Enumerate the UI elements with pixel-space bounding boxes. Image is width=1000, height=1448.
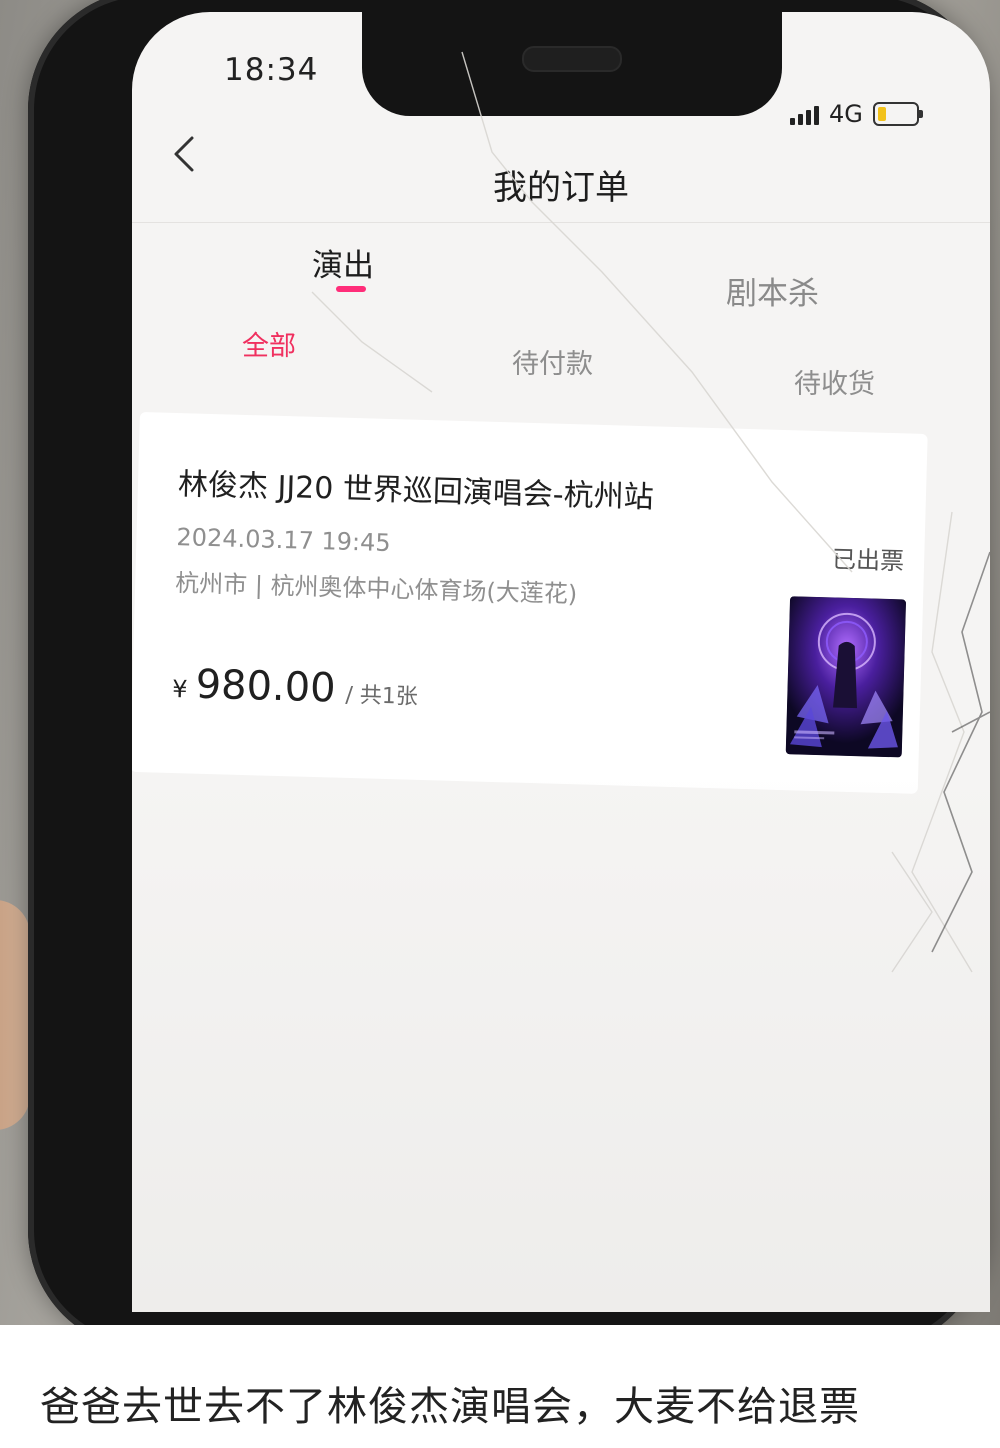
screen-cracks	[311, 51, 990, 973]
finger	[0, 900, 30, 1130]
phone-frame: 18:34 4G 我的订单 演出 剧本杀 全部 待付款 待收货 林俊杰 JJ20…	[28, 0, 990, 1325]
phone-screen: 18:34 4G 我的订单 演出 剧本杀 全部 待付款 待收货 林俊杰 JJ20…	[132, 12, 990, 1312]
caption: 爸爸去世去不了林俊杰演唱会，大麦不给退票	[40, 1384, 860, 1430]
photo: 18:34 4G 我的订单 演出 剧本杀 全部 待付款 待收货 林俊杰 JJ20…	[0, 0, 1000, 1325]
